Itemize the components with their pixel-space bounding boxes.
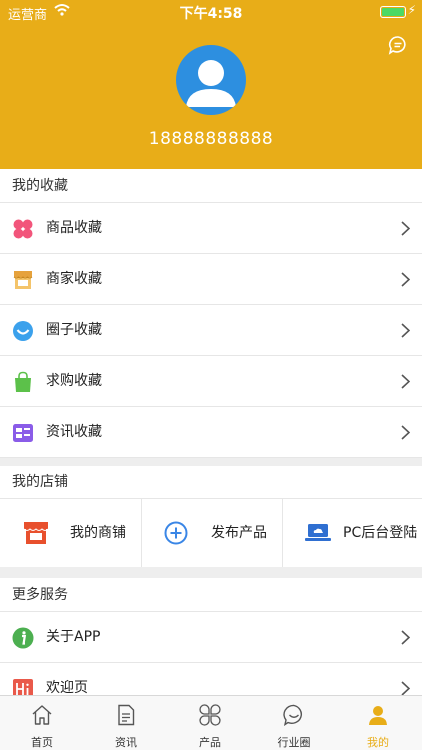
news-card-icon bbox=[13, 424, 33, 442]
tab-label: 资讯 bbox=[115, 736, 137, 749]
grid-petals-icon bbox=[199, 704, 221, 726]
my-shop-label: 我的商铺 bbox=[70, 525, 126, 541]
profile-header: 运营商 下午4:58 ⚡ 18888888888 bbox=[0, 0, 422, 169]
favorite-merchants-row[interactable]: 商家收藏 bbox=[0, 254, 422, 305]
chevron-right-icon bbox=[401, 374, 410, 389]
tab-label: 产品 bbox=[199, 736, 221, 749]
tab-mine[interactable]: 我的 bbox=[336, 696, 420, 750]
favorites-section-title: 我的收藏 bbox=[0, 169, 422, 203]
smile-circle-icon bbox=[13, 321, 33, 341]
pc-backend-login-button[interactable]: PC后台登陆 bbox=[283, 499, 422, 567]
publish-product-button[interactable]: 发布产品 bbox=[142, 499, 282, 567]
shop-section-title: 我的店铺 bbox=[0, 466, 422, 499]
chevron-right-icon bbox=[401, 221, 410, 236]
chevron-right-icon bbox=[401, 272, 410, 287]
tab-industry-circle[interactable]: 行业圈 bbox=[252, 696, 336, 750]
row-label: 商品收藏 bbox=[46, 220, 102, 236]
message-icon[interactable] bbox=[388, 35, 408, 55]
pc-backend-login-label: PC后台登陆 bbox=[343, 525, 418, 541]
publish-product-label: 发布产品 bbox=[211, 525, 267, 541]
storefront-icon bbox=[13, 271, 33, 289]
row-label: 商家收藏 bbox=[46, 271, 102, 287]
tab-bar: 首页 资讯 产品 行业圈 我的 bbox=[0, 695, 422, 750]
row-label: 求购收藏 bbox=[46, 373, 102, 389]
charging-icon: ⚡ bbox=[407, 3, 416, 17]
battery-icon bbox=[380, 6, 406, 18]
plus-circle-icon bbox=[164, 521, 188, 545]
shop-actions: 我的商铺 发布产品 PC后台登陆 bbox=[0, 499, 422, 567]
row-label: 圈子收藏 bbox=[46, 322, 102, 338]
avatar[interactable] bbox=[176, 45, 246, 115]
clover-icon bbox=[13, 219, 33, 239]
row-label: 资讯收藏 bbox=[46, 424, 102, 440]
user-silhouette-icon bbox=[186, 60, 236, 107]
shop-icon bbox=[23, 522, 49, 544]
favorite-circles-row[interactable]: 圈子收藏 bbox=[0, 305, 422, 356]
laptop-cloud-icon bbox=[305, 524, 331, 541]
document-icon bbox=[118, 704, 135, 726]
tab-products[interactable]: 产品 bbox=[168, 696, 252, 750]
person-icon bbox=[369, 706, 387, 725]
home-icon bbox=[32, 705, 52, 725]
more-section-title: 更多服务 bbox=[0, 578, 422, 612]
shopping-bag-icon bbox=[15, 371, 31, 392]
tab-news[interactable]: 资讯 bbox=[84, 696, 168, 750]
favorite-products-row[interactable]: 商品收藏 bbox=[0, 203, 422, 254]
tab-home[interactable]: 首页 bbox=[0, 696, 84, 750]
chevron-right-icon bbox=[401, 630, 410, 645]
chevron-right-icon bbox=[401, 425, 410, 440]
status-time: 下午4:58 bbox=[179, 6, 243, 22]
chat-bubble-icon bbox=[283, 704, 303, 726]
tab-label: 行业圈 bbox=[277, 736, 311, 749]
info-icon bbox=[12, 627, 34, 649]
favorite-news-row[interactable]: 资讯收藏 bbox=[0, 407, 422, 458]
user-phone: 18888888888 bbox=[148, 129, 274, 149]
favorite-requests-row[interactable]: 求购收藏 bbox=[0, 356, 422, 407]
my-shop-button[interactable]: 我的商铺 bbox=[0, 499, 140, 567]
chevron-right-icon bbox=[401, 681, 410, 696]
row-label: 关于APP bbox=[46, 629, 101, 645]
tab-label: 我的 bbox=[367, 736, 389, 749]
chevron-right-icon bbox=[401, 323, 410, 338]
about-app-row[interactable]: 关于APP bbox=[0, 612, 422, 663]
status-bar: 运营商 下午4:58 ⚡ bbox=[0, 0, 422, 24]
tab-label: 首页 bbox=[31, 736, 53, 749]
